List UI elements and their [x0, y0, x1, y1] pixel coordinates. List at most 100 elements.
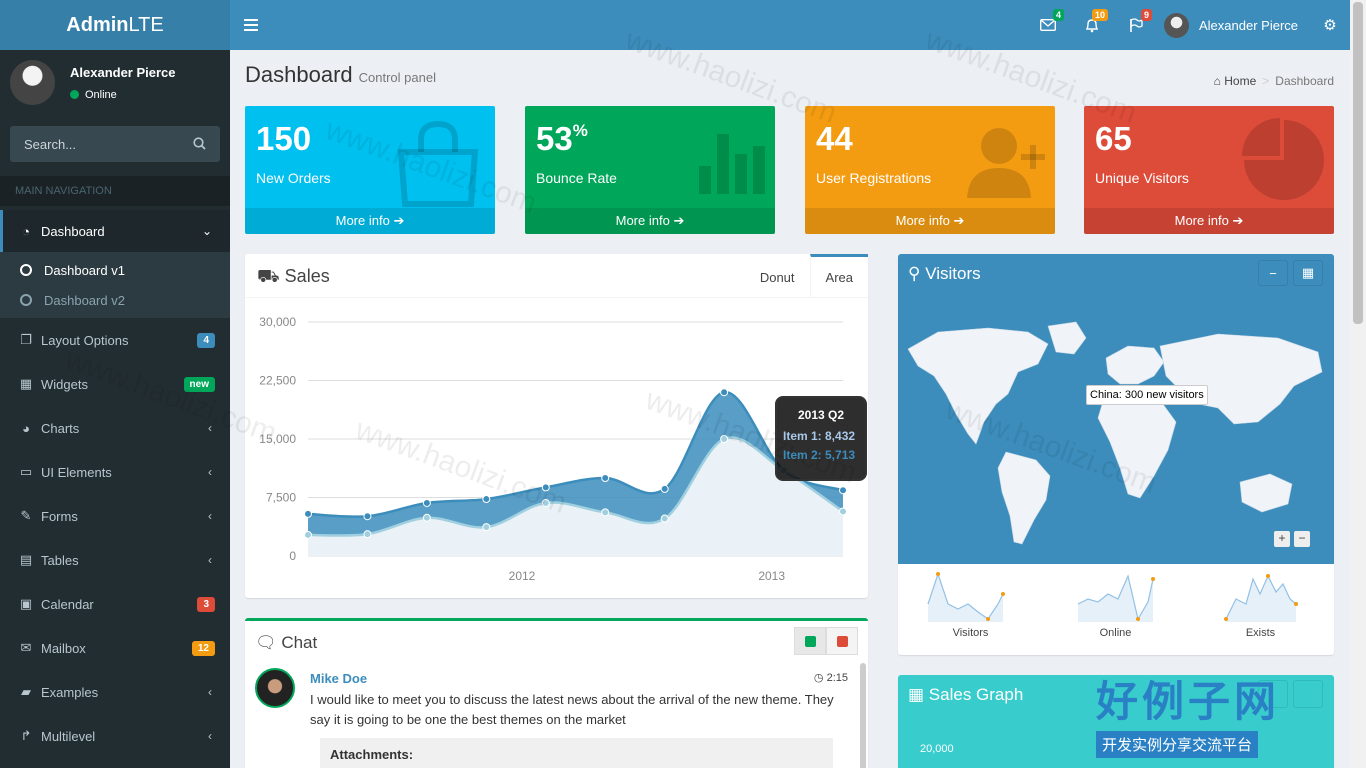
visitors-title-text: Visitors — [925, 264, 981, 283]
circle-icon — [20, 264, 32, 276]
files-icon: ❐ — [20, 332, 32, 347]
main-menu: ◔ Dashboard ⌄ Dashboard v1 Dashboard v2 … — [0, 210, 230, 758]
chat-sender-name[interactable]: Mike Doe — [310, 671, 367, 686]
share-icon: ↱ — [20, 728, 32, 743]
more-info-text: More info — [615, 213, 670, 228]
search-icon[interactable] — [193, 137, 206, 150]
series-item1-point — [304, 509, 312, 518]
series-item1-point — [601, 474, 610, 482]
page-scrollbar-thumb[interactable] — [1353, 2, 1363, 324]
chart-y-tick: 7,500 — [266, 491, 296, 505]
map-marker-icon: ⚲ — [908, 264, 921, 283]
more-info-link[interactable]: More info ➔ — [245, 208, 495, 234]
breadcrumb-home[interactable]: Home — [1224, 74, 1256, 88]
clock-icon: ◷ — [813, 672, 824, 684]
stat-number: 53 — [536, 120, 573, 157]
world-map[interactable] — [898, 254, 1334, 564]
page-scrollbar[interactable] — [1350, 0, 1366, 768]
sidebar-item-dashboard[interactable]: ◔ Dashboard ⌄ — [0, 210, 230, 252]
tasks-menu[interactable]: 9 — [1114, 0, 1158, 50]
sidebar-item-tables[interactable]: ▤ Tables ‹ — [0, 538, 230, 582]
user-status: Online — [70, 89, 117, 101]
sidebar-item-label: Mailbox — [41, 640, 86, 656]
more-info-link[interactable]: More info ➔ — [805, 208, 1055, 234]
red-square-icon — [836, 635, 848, 647]
zoom-out-button[interactable]: − — [1294, 531, 1310, 547]
series-item2-point — [660, 514, 669, 523]
series-item1-point — [839, 486, 847, 495]
stat-label: New Orders — [256, 170, 331, 186]
comments-icon: 🗨 — [255, 633, 277, 652]
online-status-button[interactable] — [794, 627, 826, 655]
series-item1-point — [720, 388, 729, 397]
sidebar-item-multilevel[interactable]: ↱ Multilevel ‹ — [0, 714, 230, 758]
more-info-link[interactable]: More info ➔ — [1084, 208, 1334, 234]
sidebar-subitem-dashboard-v2[interactable]: Dashboard v2 — [0, 285, 230, 315]
tab-donut[interactable]: Donut — [745, 254, 810, 298]
sidebar-subitem-dashboard-v1[interactable]: Dashboard v1 — [0, 255, 230, 285]
sidebar-item-examples[interactable]: ▰ Examples ‹ — [0, 670, 230, 714]
more-info-text: More info — [1174, 213, 1229, 228]
visitors-title: ⚲ Visitors — [908, 264, 981, 284]
folder-icon: ▰ — [21, 684, 31, 699]
series-item1-point — [482, 495, 491, 504]
stat-value: 65 — [1095, 120, 1132, 158]
visitors-box: ⚲ Visitors − ▦ China: 300 new visitors +… — [898, 254, 1334, 655]
sidebar-item-charts[interactable]: ◕ Charts ‹ — [0, 406, 230, 450]
stat-number: 150 — [256, 120, 312, 157]
status-text: Online — [85, 89, 117, 101]
date-range-button[interactable]: ▦ — [1293, 260, 1323, 286]
logo[interactable]: AdminLTE — [0, 0, 230, 50]
calendar-icon: ▣ — [19, 596, 33, 611]
tab-area[interactable]: Area — [809, 254, 868, 298]
sidebar-item-label: Multilevel — [41, 728, 96, 744]
collapse-button[interactable]: − — [1258, 260, 1288, 286]
mailbox-badge: 12 — [191, 640, 215, 656]
offline-status-button[interactable] — [826, 627, 858, 655]
stat-box-unique-visitors: 65 Unique Visitors More info ➔ — [1084, 106, 1334, 234]
more-info-link[interactable]: More info ➔ — [525, 208, 775, 234]
gears-icon[interactable]: ⚙ — [1310, 16, 1350, 34]
brand-watermark: 好例子网 开发实例分享交流平台 — [1096, 668, 1322, 760]
brand-watermark-title: 好例子网 — [1096, 677, 1281, 726]
sidebar-item-ui-elements[interactable]: ▭ UI Elements ‹ — [0, 450, 230, 494]
sidebar-item-layout-options[interactable]: ❐ Layout Options 4 — [0, 318, 230, 362]
sidebar-item-label: Tables — [41, 552, 79, 568]
subitem-label: Dashboard v1 — [44, 262, 125, 278]
notifications-menu[interactable]: 10 — [1070, 0, 1114, 50]
map-greenland — [1047, 321, 1087, 355]
zoom-in-button[interactable]: + — [1274, 531, 1290, 547]
chevron-left-icon: ‹ — [208, 729, 212, 743]
inbox-icon: ⛟ — [257, 266, 280, 286]
sidebar-item-forms[interactable]: ✎ Forms ‹ — [0, 494, 230, 538]
sidebar-item-mailbox[interactable]: ✉ Mailbox 12 — [0, 626, 230, 670]
envelope-icon — [1040, 19, 1056, 31]
content-header: Dashboard Control panel — [245, 62, 436, 88]
subitem-label: Dashboard v2 — [44, 292, 125, 308]
page-title: Dashboard — [245, 62, 353, 87]
user-menu[interactable]: Alexander Pierce — [1158, 0, 1310, 50]
chat-scrollbar[interactable] — [860, 663, 866, 768]
avatar — [1164, 12, 1189, 38]
sidebar-item-label: Calendar — [41, 596, 94, 612]
chat-box: 🗨 Chat Mike Doe ◷ 2:15 I would like to m… — [245, 618, 868, 768]
chart-y-tick: 15,000 — [259, 432, 296, 446]
grid-icon: ▦ — [19, 376, 33, 391]
sidebar-item-widgets[interactable]: ▦ Widgets new — [0, 362, 230, 406]
sidebar-item-label: Dashboard — [41, 223, 105, 239]
arrow-circle-right-icon: ➔ — [1232, 213, 1244, 228]
chat-time: ◷ 2:15 — [814, 671, 848, 684]
person-add-icon — [967, 128, 1045, 198]
tooltip-item1: Item 1: 8,432 — [783, 429, 856, 443]
series-item1-point — [541, 483, 550, 492]
sidebar-item-calendar[interactable]: ▣ Calendar 3 — [0, 582, 230, 626]
messages-menu[interactable]: 4 — [1026, 0, 1070, 50]
logo-rest: LTE — [128, 14, 164, 36]
sidebar-toggle-icon[interactable] — [244, 16, 258, 34]
sales-graph-title: ▦ Sales Graph — [908, 685, 1023, 705]
search-input[interactable] — [10, 126, 180, 162]
sparkline-label: Exists — [1245, 627, 1276, 639]
map-south-america — [997, 451, 1051, 545]
stat-label: Unique Visitors — [1095, 170, 1189, 186]
user-name: Alexander Pierce — [1199, 17, 1298, 33]
